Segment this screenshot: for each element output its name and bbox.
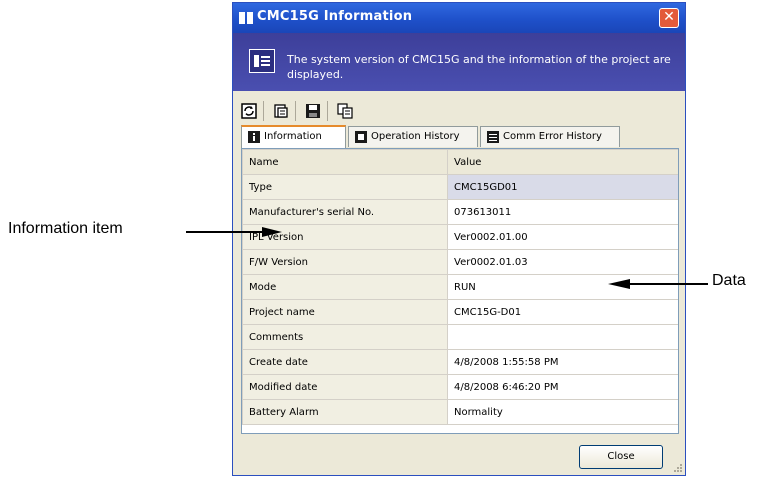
close-window-button[interactable]: ✕ <box>659 8 679 28</box>
operation-history-icon <box>355 131 367 143</box>
column-header-value[interactable]: Value <box>447 149 678 175</box>
tab-operation-history[interactable]: Operation History <box>348 126 478 147</box>
row-value <box>447 324 678 350</box>
information-dialog: CMC15G Information ✕ The system version … <box>232 2 686 476</box>
row-value: CMC15G-D01 <box>447 299 678 325</box>
resize-grip-icon[interactable] <box>671 461 683 473</box>
banner-description: The system version of CMC15G and the inf… <box>287 53 671 81</box>
toolbar-separator <box>327 101 328 121</box>
refresh-icon[interactable] <box>241 103 257 119</box>
tab-label: Information <box>264 131 322 142</box>
callout-right-arrow-line <box>626 283 708 285</box>
table-row[interactable]: Battery Alarm Normality <box>242 399 678 425</box>
copy-icon[interactable] <box>337 103 353 119</box>
row-name: Create date <box>242 349 448 375</box>
column-header-name[interactable]: Name <box>242 149 448 175</box>
row-value: 4/8/2008 1:55:58 PM <box>447 349 678 375</box>
table-row[interactable]: F/W Version Ver0002.01.03 <box>242 249 678 275</box>
arrow-right-icon <box>262 227 282 237</box>
toolbar-separator <box>263 101 264 121</box>
row-value: 4/8/2008 6:46:20 PM <box>447 374 678 400</box>
table-row[interactable]: Create date 4/8/2008 1:55:58 PM <box>242 349 678 375</box>
tab-label: Comm Error History <box>503 131 602 142</box>
callout-information-item: Information item <box>8 220 123 237</box>
information-panel-icon <box>249 49 275 73</box>
description-banner: The system version of CMC15G and the inf… <box>233 33 685 91</box>
info-icon <box>248 131 260 143</box>
comm-error-icon <box>487 131 499 143</box>
row-name: Comments <box>242 324 448 350</box>
table-header-row: Name Value <box>242 149 678 175</box>
save-icon[interactable] <box>305 103 321 119</box>
window-title: CMC15G Information <box>257 9 413 24</box>
row-value: Ver0002.01.00 <box>447 224 678 250</box>
row-name: Modified date <box>242 374 448 400</box>
row-name: Mode <box>242 274 448 300</box>
table-row[interactable]: Project name CMC15G-D01 <box>242 299 678 325</box>
row-name: Project name <box>242 299 448 325</box>
row-name: F/W Version <box>242 249 448 275</box>
row-value: 073613011 <box>447 199 678 225</box>
toolbar-separator <box>295 101 296 121</box>
arrow-left-icon <box>608 279 630 289</box>
print-preview-icon[interactable] <box>273 103 289 119</box>
callout-left-arrow-line <box>186 231 268 233</box>
tab-label: Operation History <box>371 131 460 142</box>
information-table: Name Value Type CMC15GD01 Manufacturer's … <box>241 148 679 434</box>
table-row[interactable]: Type CMC15GD01 <box>242 174 678 200</box>
row-value: RUN <box>447 274 678 300</box>
close-button[interactable]: Close <box>579 445 663 469</box>
app-icon <box>239 12 253 24</box>
table-row[interactable]: IPL Version Ver0002.01.00 <box>242 224 678 250</box>
row-name: Battery Alarm <box>242 399 448 425</box>
tab-information[interactable]: Information <box>241 125 346 148</box>
row-name: Manufacturer's serial No. <box>242 199 448 225</box>
table-row[interactable]: Comments <box>242 324 678 350</box>
table-row[interactable]: Manufacturer's serial No. 073613011 <box>242 199 678 225</box>
title-bar[interactable]: CMC15G Information ✕ <box>233 3 685 33</box>
table-row[interactable]: Modified date 4/8/2008 6:46:20 PM <box>242 374 678 400</box>
row-name: Type <box>242 174 448 200</box>
row-value: Normality <box>447 399 678 425</box>
row-value: CMC15GD01 <box>447 174 678 200</box>
tab-comm-error-history[interactable]: Comm Error History <box>480 126 620 147</box>
callout-data: Data <box>712 272 746 289</box>
row-value: Ver0002.01.03 <box>447 249 678 275</box>
